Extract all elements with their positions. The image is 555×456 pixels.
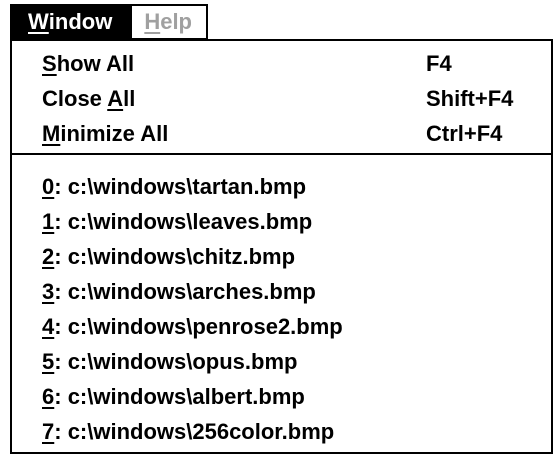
menu-item-mnemonic: 7 xyxy=(42,419,55,444)
menu-item-label: : c:\windows\penrose2.bmp xyxy=(54,314,343,339)
menu-item-label: ll xyxy=(123,86,136,111)
menu-item-label: : c:\windows\leaves.bmp xyxy=(54,209,313,234)
menu-item-file-5[interactable]: 5: c:\windows\opus.bmp xyxy=(42,349,297,375)
menu-window-label: indow xyxy=(48,9,113,34)
menu-item-label: inimize All xyxy=(60,121,169,146)
menu-item-label: how All xyxy=(56,51,135,76)
menu-help-label: elp xyxy=(160,9,192,34)
menu-window[interactable]: Window xyxy=(10,4,133,40)
menu-item-mnemonic: 3 xyxy=(42,279,55,304)
menu-item-label: : c:\windows\opus.bmp xyxy=(54,349,298,374)
menu-item-minimize-all[interactable]: Minimize All xyxy=(42,121,168,147)
menu-item-label: : c:\windows\albert.bmp xyxy=(54,384,305,409)
menu-separator xyxy=(12,153,551,155)
menu-item-mnemonic: 5 xyxy=(42,349,55,374)
menu-item-mnemonic: A xyxy=(107,86,124,111)
menu-item-file-0[interactable]: 0: c:\windows\tartan.bmp xyxy=(42,174,306,200)
menu-item-show-all[interactable]: Show All xyxy=(42,51,134,77)
menu-item-file-4[interactable]: 4: c:\windows\penrose2.bmp xyxy=(42,314,343,340)
menu-item-file-7[interactable]: 7: c:\windows\256color.bmp xyxy=(42,419,334,445)
shortcut-minimize-all: Ctrl+F4 xyxy=(426,121,503,146)
menu-item-mnemonic: 0 xyxy=(42,174,55,199)
menu-item-file-6[interactable]: 6: c:\windows\albert.bmp xyxy=(42,384,305,410)
menu-item-file-3[interactable]: 3: c:\windows\arches.bmp xyxy=(42,279,316,305)
menu-bar: Window Help xyxy=(10,4,208,40)
menu-item-mnemonic: S xyxy=(42,51,57,76)
menu-item-label: : c:\windows\tartan.bmp xyxy=(54,174,307,199)
menu-window-mnemonic: W xyxy=(28,9,49,34)
menu-item-close-all[interactable]: Close All xyxy=(42,86,135,112)
menu-item-mnemonic: 2 xyxy=(42,244,55,269)
menu-help[interactable]: Help xyxy=(132,4,208,40)
menu-help-mnemonic: H xyxy=(144,9,161,34)
menu-item-label: : c:\windows\256color.bmp xyxy=(54,419,335,444)
window-dropdown-menu: Show All F4 Close All Shift+F4 Minimize … xyxy=(10,39,553,454)
menu-item-label: : c:\windows\arches.bmp xyxy=(54,279,316,304)
menu-item-label-prefix: Close xyxy=(42,86,108,111)
menu-item-file-2[interactable]: 2: c:\windows\chitz.bmp xyxy=(42,244,295,270)
menu-item-mnemonic: 1 xyxy=(42,209,55,234)
menu-item-label: : c:\windows\chitz.bmp xyxy=(54,244,296,269)
menu-item-mnemonic: 4 xyxy=(42,314,55,339)
shortcut-show-all: F4 xyxy=(426,51,452,76)
menu-item-mnemonic: M xyxy=(42,121,61,146)
shortcut-close-all: Shift+F4 xyxy=(426,86,514,111)
menu-item-file-1[interactable]: 1: c:\windows\leaves.bmp xyxy=(42,209,312,235)
menu-item-mnemonic: 6 xyxy=(42,384,55,409)
